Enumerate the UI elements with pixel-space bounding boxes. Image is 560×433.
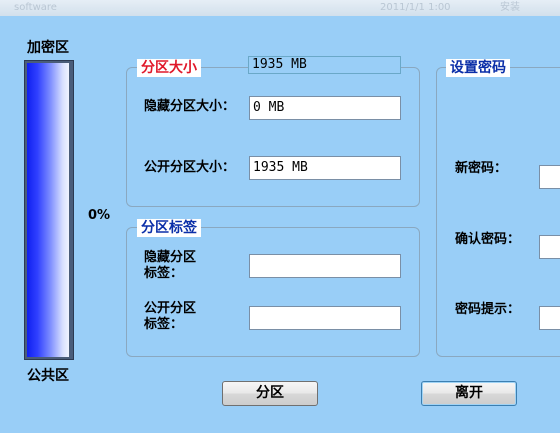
public-size-label: 公开分区大小： <box>144 160 236 175</box>
password-hint-input[interactable] <box>539 306 560 330</box>
public-label-caption-2: 标签： <box>144 317 184 332</box>
new-password-label: 新密码： <box>455 161 508 176</box>
password-hint-label: 密码提示： <box>455 302 521 317</box>
public-size-input[interactable]: 1935 MB <box>249 156 401 180</box>
hidden-size-label: 隐藏分区大小： <box>144 99 236 114</box>
public-label-input[interactable] <box>249 306 401 330</box>
new-password-input[interactable] <box>539 165 560 189</box>
titlebar-date: 2011/1/1 1:00 <box>380 2 451 13</box>
partition-percent: 0% <box>88 208 111 223</box>
set-password-legend: 设置密码 <box>446 59 510 77</box>
hidden-label-input[interactable] <box>249 254 401 278</box>
partition-label-legend: 分区标签 <box>137 219 201 237</box>
main-panel: 加密区 公共区 0% 分区大小 1935 MB 隐藏分区大小： 0 MB 公开分… <box>0 16 560 433</box>
confirm-password-input[interactable] <box>539 235 560 259</box>
app-title: software <box>14 2 57 13</box>
total-size-display: 1935 MB <box>248 56 401 74</box>
encrypted-area-label: 加密区 <box>27 40 69 56</box>
hidden-label-caption-2: 标签： <box>144 266 184 281</box>
public-area-label: 公共区 <box>27 368 69 384</box>
partition-button[interactable]: 分区 <box>222 381 318 406</box>
public-label-caption-1: 公开分区 <box>144 301 197 316</box>
titlebar-mode: 安装 <box>500 2 520 13</box>
window-titlebar: software 2011/1/1 1:00 安装 <box>0 0 560 16</box>
exit-button[interactable]: 离开 <box>421 381 517 406</box>
partition-label-group <box>126 227 420 357</box>
hidden-size-input[interactable]: 0 MB <box>249 96 401 120</box>
confirm-password-label: 确认密码： <box>455 232 521 247</box>
partition-ratio-fill <box>27 63 69 357</box>
partition-size-group <box>126 67 420 207</box>
partition-ratio-bar <box>24 60 74 360</box>
hidden-label-caption-1: 隐藏分区 <box>144 250 197 265</box>
partition-size-legend: 分区大小 <box>137 59 201 77</box>
